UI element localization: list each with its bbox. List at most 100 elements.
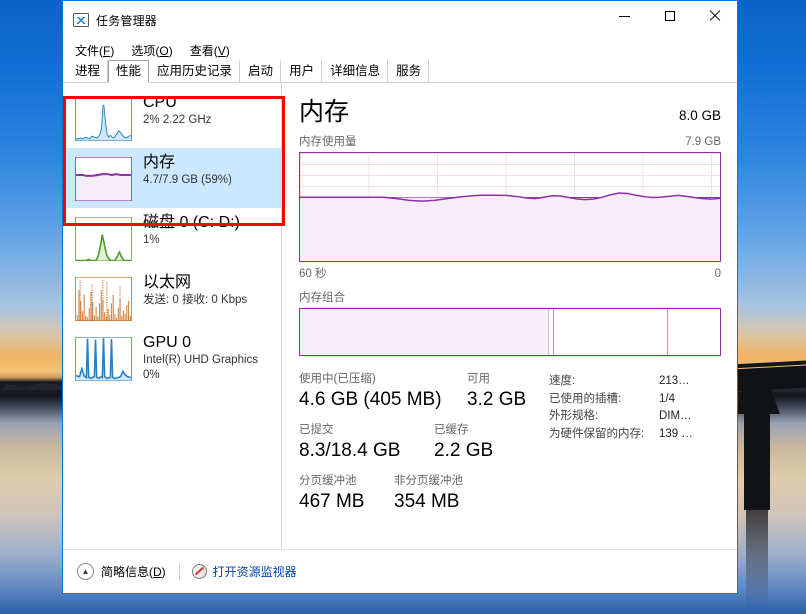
graph-axis-row: 60 秒 0 — [299, 265, 721, 281]
chevron-up-icon: ▲ — [77, 563, 94, 580]
sidebar-item-memory[interactable]: 内存 4.7/7.9 GB (59%) — [63, 148, 281, 208]
stat-cached-label: 已缓存 — [434, 423, 493, 438]
composition-segment-inuse — [300, 309, 549, 355]
menu-view-tail: ) — [226, 44, 230, 58]
tab-performance[interactable]: 性能 — [108, 60, 149, 83]
spec-row-slots: 已使用的插槽: 1/4 — [549, 391, 721, 409]
sidebar-cpu-title: CPU — [143, 93, 211, 113]
menu-view[interactable]: 查看(V) — [187, 40, 238, 61]
tab-startup[interactable]: 启动 — [240, 60, 281, 82]
fewer-details-button[interactable]: ▲ 简略信息(D) — [77, 563, 166, 580]
stat-row-2: 已提交 8.3/18.4 GB 已缓存 2.2 GB — [299, 423, 549, 463]
page-title: 内存 — [299, 97, 349, 127]
sidebar-item-ethernet[interactable]: 以太网 发送: 0 接收: 0 Kbps — [63, 268, 281, 328]
spec-formfactor-value: DIM… — [659, 408, 692, 426]
close-icon — [709, 10, 721, 22]
menu-file-tail: ) — [110, 44, 114, 58]
tab-app-history[interactable]: 应用历史记录 — [149, 60, 240, 82]
menu-bar: 文件(F) 选项(O) 查看(V) — [63, 39, 737, 61]
maximize-button[interactable] — [647, 1, 692, 31]
menu-view-accel: V — [218, 44, 226, 58]
sidebar-disk-sub: 1% — [143, 233, 240, 248]
open-resource-monitor-link[interactable]: 打开资源监视器 — [192, 563, 297, 580]
sidebar-gpu-text: GPU 0 Intel(R) UHD Graphics 0% — [143, 333, 258, 383]
sidebar-item-gpu[interactable]: GPU 0 Intel(R) UHD Graphics 0% — [63, 328, 281, 388]
spec-row-hwreserved: 为硬件保留的内存: 139 … — [549, 426, 721, 444]
sidebar-gpu-sub: Intel(R) UHD Graphics — [143, 353, 258, 368]
sidebar-ethernet-text: 以太网 发送: 0 接收: 0 Kbps — [143, 273, 247, 308]
sidebar-cpu-sub: 2% 2.22 GHz — [143, 113, 211, 128]
sidebar-gpu-title: GPU 0 — [143, 333, 258, 353]
resource-monitor-icon — [192, 564, 207, 579]
fewer-details-label: 简略信息(D) — [101, 563, 166, 580]
tab-strip: 进程 性能 应用历史记录 启动 用户 详细信息 服务 — [63, 61, 737, 83]
title-bar[interactable]: 任务管理器 — [63, 1, 737, 39]
minimize-icon — [619, 16, 630, 17]
tab-services[interactable]: 服务 — [388, 60, 429, 82]
menu-view-text: 查看( — [190, 44, 218, 58]
sidebar-item-cpu[interactable]: CPU 2% 2.22 GHz — [63, 88, 281, 148]
stat-committed: 已提交 8.3/18.4 GB — [299, 423, 434, 463]
stat-paged-pool-value: 467 MB — [299, 489, 394, 514]
tab-processes[interactable]: 进程 — [67, 60, 108, 82]
disk-sparkline — [75, 217, 132, 261]
composition-segment-standby — [554, 309, 668, 355]
minimize-button[interactable] — [602, 1, 647, 31]
memory-detail-panel: 内存 8.0 GB 内存使用量 7.9 GB 60 秒 0 内存 — [282, 83, 737, 549]
stat-committed-label: 已提交 — [299, 423, 434, 438]
window-footer: ▲ 简略信息(D) 打开资源监视器 — [63, 549, 737, 593]
panel-header: 内存 8.0 GB — [299, 97, 721, 127]
graph-caption: 内存使用量 — [299, 133, 357, 149]
hardware-spec-list: 速度: 213… 已使用的插槽: 1/4 外形规格: DIM… 为硬件保留的内存… — [549, 372, 721, 525]
sidebar-disk-text: 磁盘 0 (C: D:) 1% — [143, 213, 240, 248]
sidebar-memory-title: 内存 — [143, 153, 232, 173]
spec-speed-key: 速度: — [549, 373, 659, 391]
stat-in-use: 使用中(已压缩) 4.6 GB (405 MB) — [299, 372, 467, 412]
graph-max-label: 7.9 GB — [685, 136, 721, 148]
menu-options-accel: O — [159, 44, 168, 58]
close-button[interactable] — [692, 1, 737, 31]
spec-slots-value: 1/4 — [659, 391, 675, 409]
spec-formfactor-key: 外形规格: — [549, 408, 659, 426]
spec-slots-key: 已使用的插槽: — [549, 391, 659, 409]
sidebar-memory-text: 内存 4.7/7.9 GB (59%) — [143, 153, 232, 188]
stat-paged-pool: 分页缓冲池 467 MB — [299, 474, 394, 514]
composition-segment-free — [668, 309, 720, 355]
graph-label-row: 内存使用量 7.9 GB — [299, 133, 721, 149]
menu-file[interactable]: 文件(F) — [72, 40, 122, 61]
spec-row-speed: 速度: 213… — [549, 373, 721, 391]
tab-details[interactable]: 详细信息 — [322, 60, 388, 82]
stat-cached: 已缓存 2.2 GB — [434, 423, 493, 463]
axis-left-label: 60 秒 — [299, 265, 327, 281]
spec-hwreserved-key: 为硬件保留的内存: — [549, 426, 659, 444]
gpu-sparkline — [75, 337, 132, 381]
task-manager-icon — [73, 13, 89, 27]
memory-statistics: 使用中(已压缩) 4.6 GB (405 MB) 可用 3.2 GB 已提交 8… — [299, 372, 721, 525]
memory-sparkline — [75, 157, 132, 201]
stat-paged-pool-label: 分页缓冲池 — [299, 474, 394, 489]
window-title: 任务管理器 — [96, 12, 157, 29]
sidebar-memory-sub: 4.7/7.9 GB (59%) — [143, 173, 232, 188]
tab-users[interactable]: 用户 — [281, 60, 322, 82]
stat-in-use-label: 使用中(已压缩) — [299, 372, 467, 387]
memory-composition-bar[interactable] — [299, 308, 721, 356]
menu-options[interactable]: 选项(O) — [128, 40, 180, 61]
sidebar-item-disk[interactable]: 磁盘 0 (C: D:) 1% — [63, 208, 281, 268]
menu-options-text: 选项( — [131, 44, 159, 58]
spec-speed-value: 213… — [659, 373, 690, 391]
stat-row-1: 使用中(已压缩) 4.6 GB (405 MB) 可用 3.2 GB — [299, 372, 549, 412]
footer-divider — [179, 563, 180, 580]
menu-file-text: 文件( — [75, 44, 103, 58]
open-resource-monitor-label: 打开资源监视器 — [213, 563, 297, 580]
stat-available: 可用 3.2 GB — [467, 372, 526, 412]
graph-usage-line — [300, 153, 720, 261]
stat-row-3: 分页缓冲池 467 MB 非分页缓冲池 354 MB — [299, 474, 549, 514]
ethernet-sparkline — [75, 277, 132, 321]
maximize-icon — [665, 11, 675, 21]
spec-row-formfactor: 外形规格: DIM… — [549, 408, 721, 426]
stat-nonpaged-pool: 非分页缓冲池 354 MB — [394, 474, 463, 514]
memory-usage-graph[interactable] — [299, 152, 721, 262]
stat-available-value: 3.2 GB — [467, 387, 526, 412]
stat-available-label: 可用 — [467, 372, 526, 387]
fewer-details-tail: ) — [162, 565, 166, 579]
